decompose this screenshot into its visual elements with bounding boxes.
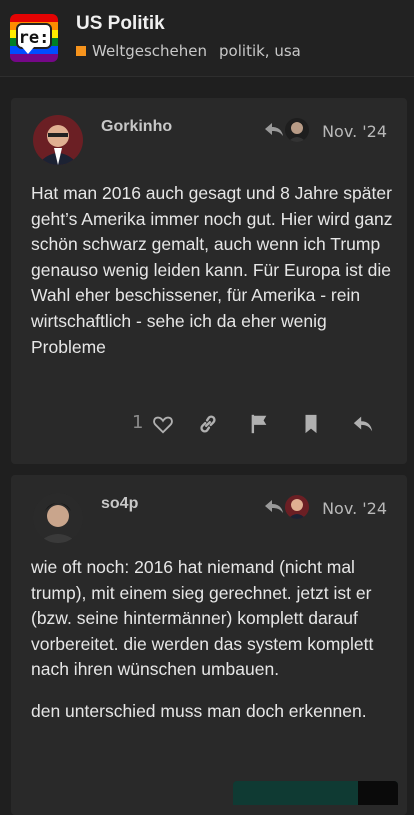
reply-to-indicator[interactable] — [265, 118, 309, 142]
flag-icon[interactable] — [248, 413, 270, 435]
avatar[interactable] — [33, 493, 83, 543]
reply-icon[interactable] — [352, 413, 374, 435]
post-paragraph: Hat man 2016 auch gesagt und 8 Jahre spä… — [31, 183, 393, 357]
topic-title[interactable]: US Politik — [76, 13, 165, 35]
category-link[interactable]: Weltgeschehen — [92, 42, 207, 60]
post-actions: 1 — [11, 410, 407, 440]
post-body: wie oft noch: 2016 hat niemand (nicht ma… — [31, 555, 396, 741]
embedded-image-preview[interactable] — [233, 781, 398, 805]
site-logo[interactable]: re: — [10, 14, 58, 62]
reply-arrow-icon — [265, 500, 283, 513]
username[interactable]: Gorkinho — [101, 118, 172, 136]
category-color-badge — [76, 46, 86, 56]
avatar[interactable] — [33, 115, 83, 165]
post-body: Hat man 2016 auch gesagt und 8 Jahre spä… — [31, 181, 396, 376]
topic-header: re: US Politik Weltgeschehen politik, us… — [0, 0, 414, 77]
image-preview-edge — [358, 781, 398, 805]
topic-meta: Weltgeschehen politik, usa — [76, 42, 301, 60]
heart-icon[interactable] — [152, 413, 174, 435]
username[interactable]: so4p — [101, 495, 138, 513]
post: Gorkinho Nov. '24 Hat man 2016 auch gesa… — [11, 98, 407, 464]
link-icon[interactable] — [197, 413, 219, 435]
reply-to-indicator[interactable] — [265, 495, 309, 519]
like-count[interactable]: 1 — [132, 412, 143, 433]
logo-bubble: re: — [16, 23, 52, 49]
tags-link[interactable]: politik, usa — [219, 42, 301, 60]
post-date[interactable]: Nov. '24 — [322, 122, 387, 141]
post-date[interactable]: Nov. '24 — [322, 499, 387, 518]
post-paragraph: den unterschied muss man doch erkennen. — [31, 700, 367, 721]
reply-arrow-icon — [265, 123, 283, 136]
reply-to-avatar — [285, 495, 309, 519]
bookmark-icon[interactable] — [300, 413, 322, 435]
post: so4p Nov. '24 wie oft noch: 2016 hat nie… — [11, 475, 407, 815]
reply-to-avatar — [285, 118, 309, 142]
logo-bubble-tail — [22, 47, 34, 54]
post-paragraph: wie oft noch: 2016 hat niemand (nicht ma… — [31, 557, 374, 680]
